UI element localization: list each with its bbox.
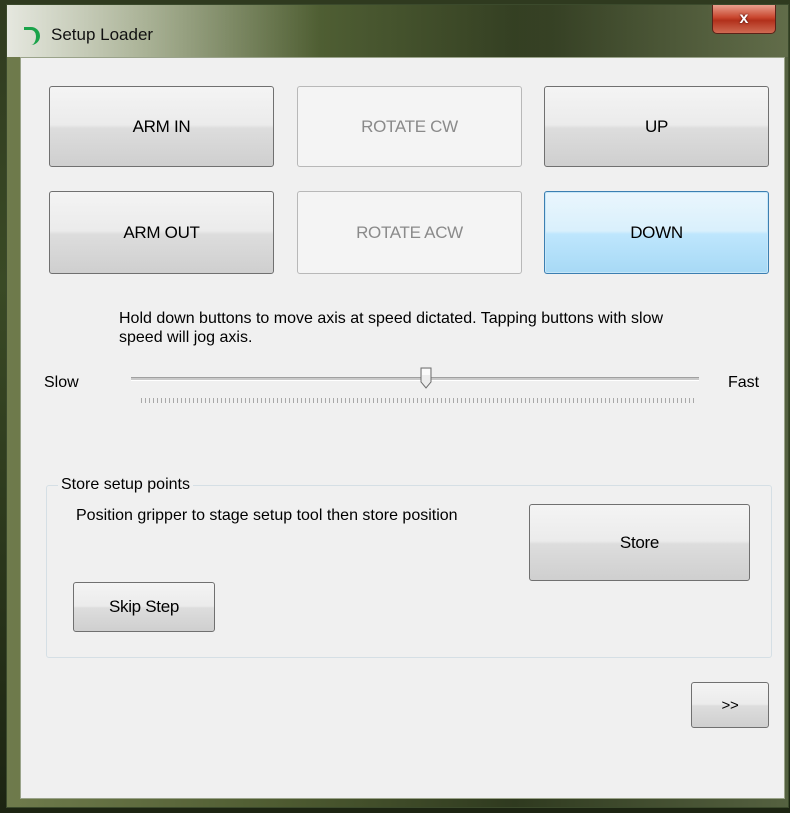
slider-track[interactable] <box>131 377 699 381</box>
slider-ticks <box>141 398 697 403</box>
close-icon: x <box>739 10 749 27</box>
store-setup-group-title: Store setup points <box>58 476 193 494</box>
setup-loader-window: Setup Loader x ARM IN ROTATE CW UP ARM O… <box>6 4 789 808</box>
setup-loader-icon <box>24 27 40 45</box>
window-title: Setup Loader <box>51 25 154 44</box>
dialog-client-area: ARM IN ROTATE CW UP ARM OUT ROTATE ACW D… <box>20 57 785 799</box>
slider-thumb-icon[interactable] <box>420 367 432 389</box>
next-button[interactable]: >> <box>691 682 769 728</box>
slow-label: Slow <box>44 374 79 391</box>
skip-step-button[interactable]: Skip Step <box>73 582 215 632</box>
arm-in-button[interactable]: ARM IN <box>49 86 274 167</box>
title-bar[interactable]: Setup Loader x <box>7 5 788 57</box>
up-button[interactable]: UP <box>544 86 769 167</box>
store-button[interactable]: Store <box>529 504 750 581</box>
arm-out-button[interactable]: ARM OUT <box>49 191 274 274</box>
store-setup-description: Position gripper to stage setup tool the… <box>76 507 458 524</box>
fast-label: Fast <box>728 374 760 391</box>
rotate-cw-button[interactable]: ROTATE CW <box>297 86 522 167</box>
speed-hint-text: Hold down buttons to move axis at speed … <box>119 310 664 346</box>
rotate-acw-button[interactable]: ROTATE ACW <box>297 191 522 274</box>
close-button[interactable]: x <box>712 5 776 34</box>
down-button[interactable]: DOWN <box>544 191 769 274</box>
